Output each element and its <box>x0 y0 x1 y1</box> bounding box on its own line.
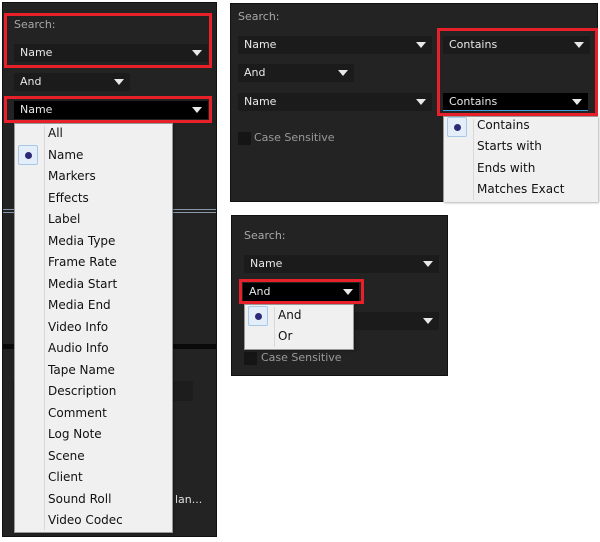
case-sensitive-label: Case Sensitive <box>254 131 335 144</box>
menu-separator <box>44 126 45 530</box>
background-text: lan... <box>175 493 203 506</box>
menu-item-starts-with[interactable]: Starts with <box>477 136 542 157</box>
menu-item-name[interactable]: Name <box>48 145 83 166</box>
menu-item-frame-rate[interactable]: Frame Rate <box>48 252 117 273</box>
highlight-box <box>239 279 364 304</box>
menu-item-media-type[interactable]: Media Type <box>48 231 115 252</box>
highlight-box <box>4 13 212 68</box>
operator-dropdown[interactable]: And <box>14 73 130 91</box>
menu-item-sound-roll[interactable]: Sound Roll <box>48 489 111 510</box>
search-label: Search: <box>238 10 280 23</box>
chevron-down-icon <box>416 42 426 48</box>
dropdown-value: Name <box>244 95 277 108</box>
menu-item-comment[interactable]: Comment <box>48 403 107 424</box>
menu-item-media-end[interactable]: Media End <box>48 295 111 316</box>
menu-item-label[interactable]: Label <box>48 209 80 230</box>
radio-selected-icon <box>18 145 38 165</box>
highlight-box <box>4 96 212 123</box>
menu-item-audio-info[interactable]: Audio Info <box>48 338 109 359</box>
menu-item-description[interactable]: Description <box>48 381 116 402</box>
operator-menu: And Or <box>244 304 354 350</box>
match-menu: Contains Starts with Ends with Matches Exac… <box>443 116 598 202</box>
menu-item-client[interactable]: Client <box>48 467 83 488</box>
dropdown-value: Name <box>250 257 283 270</box>
dropdown-value: And <box>244 66 266 79</box>
menu-item-matches-exact[interactable]: Matches Exact <box>477 179 564 200</box>
chevron-down-icon <box>423 318 433 324</box>
menu-item-markers[interactable]: Markers <box>48 166 96 187</box>
dropdown-value: And <box>20 75 42 88</box>
case-sensitive-label: Case Sensitive <box>261 351 342 364</box>
menu-item-effects[interactable]: Effects <box>48 188 89 209</box>
field-menu: All Name Markers Effects Label Media Type Fram… <box>14 123 173 533</box>
radio-selected-icon <box>447 117 467 137</box>
dropdown-value: Name <box>244 38 277 51</box>
field-dropdown-1[interactable]: Name <box>244 255 439 273</box>
operator-dropdown[interactable]: And <box>238 64 354 82</box>
menu-item-all[interactable]: All <box>48 123 63 144</box>
highlight-box <box>437 28 598 116</box>
field-dropdown-2[interactable]: Name <box>238 93 432 111</box>
menu-separator <box>274 307 275 347</box>
search-label: Search: <box>244 229 286 242</box>
chevron-down-icon <box>416 99 426 105</box>
menu-item-video-codec[interactable]: Video Codec <box>48 510 123 531</box>
menu-item-or[interactable]: Or <box>278 326 292 347</box>
menu-item-log-note[interactable]: Log Note <box>48 424 102 445</box>
case-sensitive-checkbox[interactable] <box>244 352 257 365</box>
chevron-down-icon <box>114 79 124 85</box>
menu-item-media-start[interactable]: Media Start <box>48 274 117 295</box>
menu-item-tape-name[interactable]: Tape Name <box>48 360 115 381</box>
menu-separator <box>473 119 474 200</box>
menu-item-scene[interactable]: Scene <box>48 446 85 467</box>
menu-item-and[interactable]: And <box>278 305 301 326</box>
field-dropdown-1[interactable]: Name <box>238 36 432 54</box>
chevron-down-icon <box>423 261 433 267</box>
case-sensitive-checkbox[interactable] <box>238 132 251 145</box>
menu-item-video-info[interactable]: Video Info <box>48 317 108 338</box>
menu-item-contains[interactable]: Contains <box>477 115 530 136</box>
chevron-down-icon <box>338 70 348 76</box>
menu-item-ends-with[interactable]: Ends with <box>477 158 535 179</box>
radio-selected-icon <box>248 306 268 326</box>
